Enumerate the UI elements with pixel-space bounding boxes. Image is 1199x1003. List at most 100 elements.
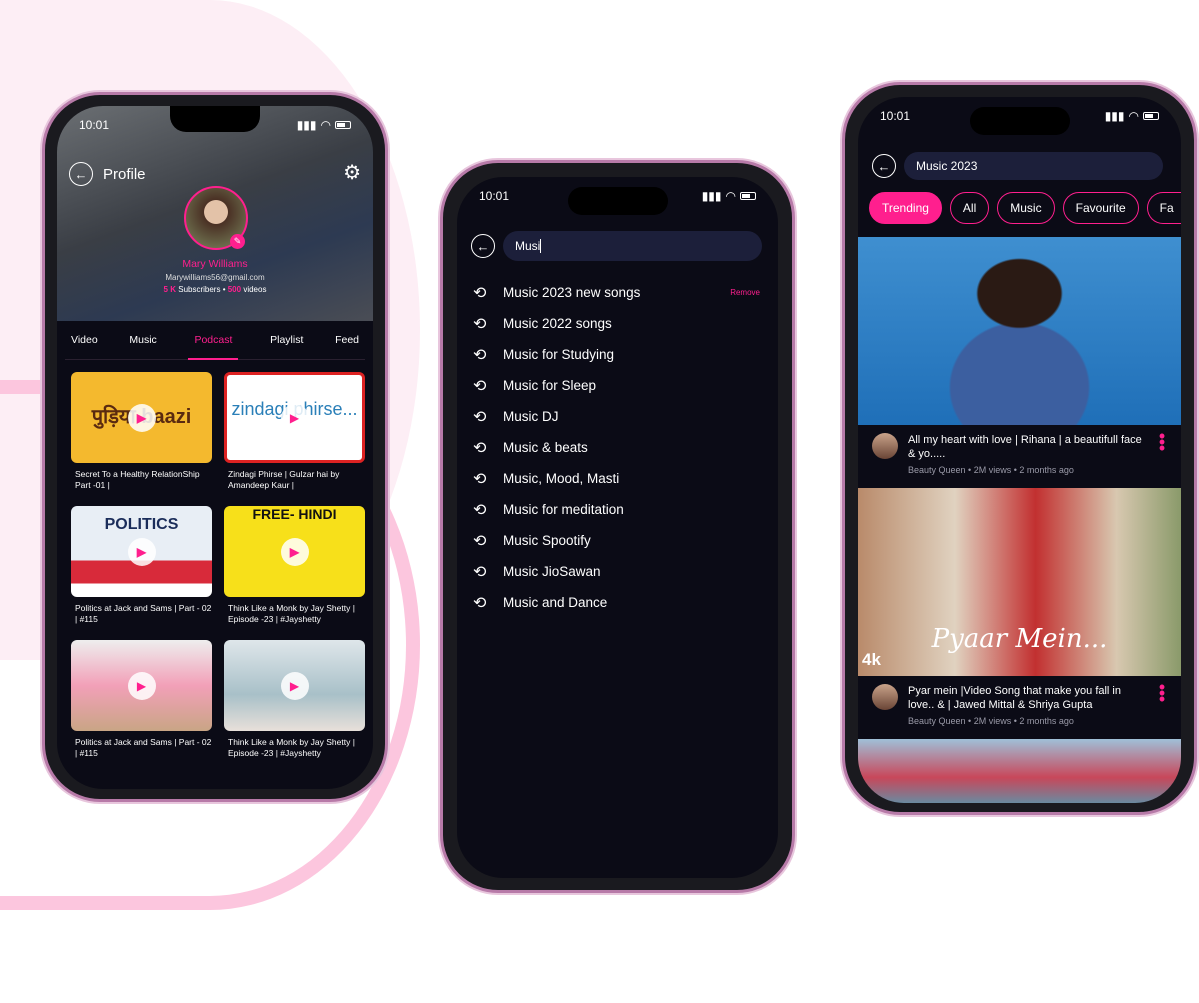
thumbnail: POLITICS ▶ — [71, 506, 212, 597]
play-icon[interactable]: ▶ — [127, 537, 156, 566]
search-input[interactable]: Music 2023 — [904, 152, 1163, 180]
history-item[interactable]: ⟲ Music and Dance — [473, 587, 760, 618]
phone-profile: 10:01 ▮▮▮ ◠ ← Profile ⚙ ✎ Mary Williams Ma… — [42, 92, 388, 802]
back-button[interactable]: ← — [471, 234, 495, 258]
podcast-card[interactable]: ▶ Politics at Jack and Sams | Part - 02 |… — [71, 640, 212, 759]
more-options-icon[interactable]: • • • — [1157, 678, 1167, 726]
history-icon: ⟲ — [473, 594, 487, 612]
video-title: All my heart with love | Rihana | a beau… — [908, 434, 1142, 460]
profile-tabs: Video Music Podcast Playlist Feed — [65, 334, 365, 360]
podcast-card[interactable]: ▶ Think Like a Monk by Jay Shetty | Episo… — [224, 640, 365, 759]
thumbnail-title: Pyaar Mein... — [931, 624, 1108, 654]
history-item[interactable]: ⟲ Music 2022 songs — [473, 308, 760, 339]
phone-results: 10:01 ▮▮▮ ◠ ← Music 2023 Trending All Musi… — [842, 82, 1197, 815]
video-item[interactable]: Pyaar Mein... 4k Pyar mein |Video Song t… — [858, 488, 1181, 734]
wifi-icon: ◠ — [320, 118, 331, 132]
battery-icon — [740, 192, 756, 200]
history-icon: ⟲ — [473, 563, 487, 581]
signal-icon: ▮▮▮ — [701, 189, 722, 203]
history-item[interactable]: ⟲ Music DJ — [473, 401, 760, 432]
settings-icon[interactable]: ⚙ — [343, 160, 361, 185]
history-icon: ⟲ — [473, 439, 487, 457]
chip-all[interactable]: All — [949, 192, 990, 224]
tab-podcast[interactable]: Podcast — [188, 334, 239, 360]
card-title: Politics at Jack and Sams | Part - 02 | … — [75, 603, 212, 624]
tab-video[interactable]: Video — [71, 334, 98, 359]
quality-badge: 4k — [862, 650, 881, 669]
card-title: Zindagi Phirse | Gulzar hai by Amandeep … — [228, 469, 340, 490]
channel-avatar[interactable] — [872, 684, 898, 710]
video-item[interactable]: All my heart with love | Rihana | a beau… — [858, 237, 1181, 483]
history-item[interactable]: ⟲ Music & beats — [473, 432, 760, 463]
tab-music[interactable]: Music — [129, 334, 156, 359]
phone-search: 10:01 ▮▮▮ ◠ ← Musi ⟲ Music 2023 new songs Re… — [440, 160, 795, 893]
history-item[interactable]: ⟲ Music JioSawan — [473, 556, 760, 587]
thumbnail: ▶ — [224, 640, 365, 731]
podcast-card[interactable]: zindagi phirse... ▶ Zindagi Phirse | Gulza… — [224, 372, 365, 491]
profile-name: Mary Williams — [182, 258, 248, 270]
thumbnail: पुड़िया baazi ▶ — [71, 372, 212, 463]
thumbnail: ▶ — [71, 640, 212, 731]
chip-music[interactable]: Music — [997, 192, 1055, 224]
history-item[interactable]: ⟲ Music Spootify — [473, 525, 760, 556]
wifi-icon: ◠ — [725, 189, 736, 203]
back-button[interactable]: ← — [872, 154, 896, 178]
history-icon: ⟲ — [473, 315, 487, 333]
history-icon: ⟲ — [473, 346, 487, 364]
play-icon[interactable]: ▶ — [280, 671, 309, 700]
battery-icon — [335, 121, 351, 129]
podcast-card[interactable]: पुड़िया baazi ▶ Secret To a Healthy Relati… — [71, 372, 212, 491]
history-item[interactable]: ⟲ Music for Sleep — [473, 370, 760, 401]
search-input[interactable]: Musi — [503, 231, 762, 261]
history-icon: ⟲ — [473, 501, 487, 519]
chip-trending[interactable]: Trending — [869, 192, 942, 224]
video-thumbnail[interactable] — [858, 739, 1181, 803]
more-options-icon[interactable]: • • • — [1157, 427, 1167, 475]
history-item[interactable]: ⟲ Music for Studying — [473, 339, 760, 370]
play-icon[interactable]: ▶ — [280, 403, 309, 432]
card-title: Secret To a Healthy RelationShip Part -0… — [75, 469, 200, 490]
edit-avatar-icon[interactable]: ✎ — [230, 234, 245, 249]
wifi-icon: ◠ — [1128, 109, 1139, 123]
podcast-card[interactable]: POLITICS ▶ Politics at Jack and Sams | Par… — [71, 506, 212, 625]
profile-stats: 5 K Subscribers • 500 videos — [163, 285, 267, 294]
thumbnail: FREE- HINDI ▶ — [224, 506, 365, 597]
card-title: Think Like a Monk by Jay Shetty | Episod… — [228, 603, 355, 624]
tab-feed[interactable]: Feed — [335, 334, 359, 359]
video-title: Pyar mein |Video Song that make you fall… — [908, 685, 1121, 711]
chip-favourite[interactable]: Favourite — [1062, 192, 1139, 224]
video-stats: Beauty Queen • 2M views • 2 months ago — [908, 716, 1074, 726]
video-stats: Beauty Queen • 2M views • 2 months ago — [908, 465, 1074, 475]
play-icon[interactable]: ▶ — [127, 671, 156, 700]
play-icon[interactable]: ▶ — [280, 537, 309, 566]
profile-email: Marywilliams56@gmail.com — [165, 273, 265, 282]
profile-header: ← Profile ⚙ ✎ Mary Williams Marywilliams… — [57, 106, 373, 321]
battery-icon — [1143, 112, 1159, 120]
history-icon: ⟲ — [473, 408, 487, 426]
search-history-list: ⟲ Music 2023 new songs Remove ⟲ Music 2022 … — [473, 277, 760, 618]
page-title: Profile — [103, 165, 146, 183]
signal-icon: ▮▮▮ — [296, 118, 317, 132]
filter-chips: Trending All Music Favourite Fa — [869, 192, 1181, 224]
podcast-card[interactable]: FREE- HINDI ▶ Think Like a Monk by Jay She… — [224, 506, 365, 625]
history-item[interactable]: ⟲ Music 2023 new songs Remove — [473, 277, 760, 308]
status-time: 10:01 — [479, 189, 510, 203]
play-icon[interactable]: ▶ — [127, 403, 156, 432]
history-item[interactable]: ⟲ Music for meditation — [473, 494, 760, 525]
remove-button[interactable]: Remove — [730, 288, 760, 297]
signal-icon: ▮▮▮ — [1104, 109, 1125, 123]
back-button[interactable]: ← — [69, 162, 93, 186]
history-icon: ⟲ — [473, 532, 487, 550]
history-icon: ⟲ — [473, 470, 487, 488]
card-title: Politics at Jack and Sams | Part - 02 | … — [75, 737, 212, 758]
history-icon: ⟲ — [473, 284, 487, 302]
chip-more[interactable]: Fa — [1146, 192, 1181, 224]
channel-avatar[interactable] — [872, 433, 898, 459]
video-thumbnail[interactable] — [858, 237, 1181, 425]
history-icon: ⟲ — [473, 377, 487, 395]
card-title: Think Like a Monk by Jay Shetty | Episod… — [228, 737, 355, 758]
video-thumbnail[interactable]: Pyaar Mein... 4k — [858, 488, 1181, 676]
history-item[interactable]: ⟲ Music, Mood, Masti — [473, 463, 760, 494]
status-time: 10:01 — [79, 118, 110, 132]
tab-playlist[interactable]: Playlist — [270, 334, 303, 359]
